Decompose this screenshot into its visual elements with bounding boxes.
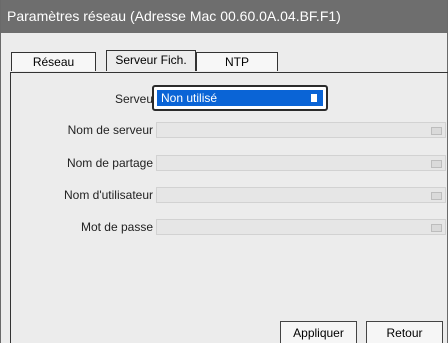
keyboard-icon <box>431 192 442 200</box>
apply-button[interactable]: Appliquer <box>280 321 357 343</box>
server-type-label: Serveu <box>114 92 153 106</box>
tab-reseau[interactable]: Réseau <box>11 52 96 71</box>
back-button[interactable]: Retour <box>366 321 443 343</box>
server-name-field[interactable] <box>156 122 446 138</box>
server-name-label: Nom de serveur <box>67 123 153 137</box>
keyboard-icon <box>431 160 442 168</box>
password-label: Mot de passe <box>80 220 153 234</box>
window-title: Paramètres réseau (Adresse Mac 00.60.0A.… <box>1 0 447 33</box>
settings-window: Paramètres réseau (Adresse Mac 00.60.0A.… <box>0 0 448 343</box>
tab-ntp[interactable]: NTP <box>196 52 278 71</box>
tab-serveur-fich[interactable]: Serveur Fich. <box>106 50 196 71</box>
server-type-text: Non utilisé <box>161 91 218 105</box>
share-name-label: Nom de partage <box>66 156 153 170</box>
username-label: Nom d'utilisateur <box>64 188 153 202</box>
password-field[interactable] <box>156 219 446 235</box>
dropdown-icon <box>311 94 317 102</box>
username-field[interactable] <box>156 187 446 203</box>
share-name-field[interactable] <box>156 155 446 171</box>
keyboard-icon <box>431 224 442 232</box>
tab-panel <box>10 72 448 343</box>
server-type-value[interactable]: Non utilisé <box>157 90 323 106</box>
keyboard-icon <box>431 127 442 135</box>
server-type-select[interactable]: Non utilisé <box>152 85 328 111</box>
